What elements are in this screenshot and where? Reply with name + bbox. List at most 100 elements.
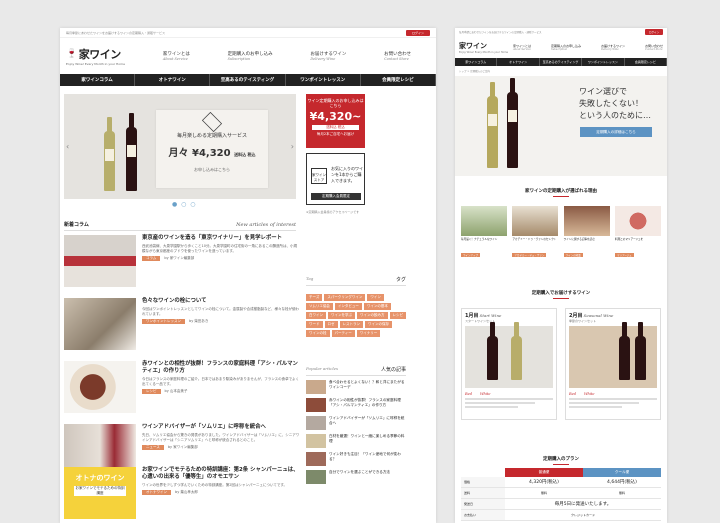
plan-cool-header: クール便 — [583, 468, 661, 477]
site-logo[interactable]: 🍷 家ワイン Enjoy Wine! Every Month in your Ho… — [66, 46, 144, 66]
nav-about[interactable]: 家ワインとは About Service — [163, 51, 190, 61]
category-otona[interactable]: オトナワイン — [135, 74, 211, 86]
tag-link[interactable]: パーティー — [331, 330, 355, 337]
wine-set-photo — [569, 322, 657, 388]
category-nav: 家ワインコラム オトナワイン 至高あるのテイスティング ワンポイントレッスン 会… — [60, 74, 436, 86]
top-bar: 毎月季節にあわせたワインをお届けするワインの定期購入・通販サービス ログイン — [455, 28, 667, 36]
slider-dots[interactable]: ● ○ ○ — [172, 201, 197, 208]
wines-list: 1月目 Start Wine スタートワインセット Red White 2月目 S… — [461, 308, 661, 420]
tag-link[interactable]: レシピ — [389, 312, 406, 319]
article-item[interactable]: オトナのワイン お家ワインでモテるための特訓講座 お家ワインでモテるための特訓講… — [64, 467, 300, 523]
popular-item[interactable]: ワインアドバイザーが「ソムリエ」に呼称を統合へ — [306, 416, 406, 430]
category-tasting[interactable]: 至高あるのテイスティング — [210, 74, 286, 86]
nav-contact[interactable]: お問い合わせ Contact Store — [384, 51, 411, 61]
wine-glass-icon: 🍷 — [66, 49, 77, 59]
plan-table: 普通便 クール便 価格 4,320円(税込) 4,644円(税込) 送料 無料 無料 発… — [461, 468, 661, 521]
category-recipe[interactable]: 会員限定レシピ — [361, 74, 436, 86]
nav-about[interactable]: 家ワインとは About Service — [513, 44, 531, 51]
nav-contact[interactable]: お問い合わせ Contact Store — [645, 44, 663, 51]
article-thumbnail[interactable] — [64, 298, 136, 350]
subscribe-banner[interactable]: ワイン定期購入のお申し込みはこちら ¥4,320~ 送料込 税込 毎月2本ご自宅… — [306, 94, 365, 148]
breadcrumb[interactable]: トップ > 定期購入のご案内 — [455, 66, 667, 76]
popular-item[interactable]: 白材を厳選！ワインと一緒に楽しめる季節の料理 — [306, 434, 406, 448]
slider-prev-icon[interactable]: ‹ — [66, 142, 69, 151]
popular-item[interactable]: ワイン好きも注目！「ワイン産地で何が変わる？ — [306, 452, 406, 466]
article-tag[interactable]: ワンポイントレッスン — [142, 318, 185, 324]
tag-list: チーズ スパークリングワイン ワイン ソムリエ協会 インタビュー ワインの基本 … — [306, 294, 406, 337]
article-item[interactable]: 赤ワインとの相性が抜群！フランスの家庭料理「アシ・パルマンティエ」の作り方 今日… — [64, 361, 300, 417]
global-nav: 家ワインとは About Service 定期購入のお申し込み Subscripti… — [144, 51, 430, 61]
tag-link[interactable]: ワイン — [367, 294, 384, 301]
popular-item[interactable]: 赤ワインの相性が抜群！フランスの家庭料理「アシ・パルマンティエ」の作り方 — [306, 398, 406, 412]
popular-articles: Popular articles 人気の記事 食べ合わせるとよくない！？和と洋にま… — [306, 366, 406, 484]
plan-heading: 定期購入のプラン — [455, 456, 667, 465]
store-banner[interactable]: 家ワインストア お気に入りのワインを1本からご購入できます。 定期購入会員限定 — [306, 153, 365, 205]
category-column[interactable]: 家ワインコラム — [455, 58, 498, 66]
tag-link[interactable]: ワインを学ぶ — [328, 312, 355, 319]
tag-link[interactable]: ワード — [306, 321, 323, 328]
login-button[interactable]: ログイン — [644, 29, 663, 35]
table-row: 発送日 毎月5日に発送いたします。 — [461, 499, 661, 510]
reason-item[interactable]: 料理とのマリアージュを マリアージュ — [614, 206, 661, 260]
tag-link[interactable]: ワインの基本 — [363, 303, 391, 310]
article-thumbnail[interactable] — [64, 361, 136, 413]
category-lesson[interactable]: ワンポイントレッスン — [582, 58, 625, 66]
reason-item[interactable]: アカデミー・ドゥ・ヴァンのセレクト アカデミー・デュ・ヴァン — [512, 206, 559, 260]
member-only-button[interactable]: 定期購入会員限定 — [311, 193, 361, 200]
article-item[interactable]: 東京産のワインを造る「東京ワイナリー」を見学レポート 西武池袋線、大泉学園駅から… — [64, 235, 300, 291]
hero-card: 毎月楽しめる定期購入サービス 月々 ¥4,320 送料込 税込 お申し込みはこち… — [156, 110, 268, 188]
article-tag[interactable]: ニュース — [142, 444, 164, 450]
tag-link[interactable]: ソムリエ協会 — [306, 303, 333, 310]
article-thumbnail[interactable] — [64, 235, 136, 287]
wines-heading: 定期購入でお届けするワイン — [455, 290, 667, 299]
reasons-heading: 家ワインの定期購入が選ばれる理由 — [455, 188, 667, 197]
category-otona[interactable]: オトナワイン — [497, 58, 540, 66]
tag-box: Tag タグ チーズ スパークリングワイン ワイン ソムリエ協会 インタビュー ワ… — [306, 276, 406, 337]
nav-delivery-wine[interactable]: お届けするワイン Delivery Wine — [310, 51, 346, 61]
white-wine-bottle — [104, 117, 115, 191]
site-logo[interactable]: 家ワイン Enjoy Wine! Every Month in your Home — [459, 41, 509, 54]
tag-link[interactable]: ワインの栓 — [306, 330, 330, 337]
reason-item[interactable]: ワインに関する記事を読む ワインの知識 — [563, 206, 610, 260]
login-button[interactable]: ログイン — [405, 29, 430, 36]
article-item[interactable]: 色々なワインの栓について 今回はワンポイントレッスンとしてワインの栓について。金… — [64, 298, 300, 354]
tag-link[interactable]: チーズ — [306, 294, 323, 301]
reasons-list: 毎月届く！ナチュラルなワイン ラインアップ アカデミー・ドゥ・ヴァンのセレクト アカ… — [461, 206, 661, 260]
tag-link[interactable]: レストラン — [339, 321, 363, 328]
tag-link[interactable]: ワインの保存 — [365, 321, 392, 328]
plan-normal-header: 普通便 — [505, 468, 583, 477]
wine-set-card[interactable]: 2月目 Seasonal Wine 季節のワインセット Red White — [565, 308, 661, 420]
red-wine-bottle — [507, 78, 518, 168]
category-lesson[interactable]: ワンポイントレッスン — [286, 74, 361, 86]
table-row: お支払い クレジットカード — [461, 510, 661, 521]
wine-set-card[interactable]: 1月目 Start Wine スタートワインセット Red White — [461, 308, 557, 420]
category-column[interactable]: 家ワインコラム — [60, 74, 136, 86]
wine-set-photo — [465, 322, 553, 388]
subscription-detail-button[interactable]: 定期購入の詳細はこちら — [580, 127, 652, 137]
red-wine-bottle — [126, 113, 137, 191]
slider-next-icon[interactable]: › — [291, 142, 294, 151]
tag-link[interactable]: ワインの飲み方 — [357, 312, 388, 319]
site-header: 🍷 家ワイン Enjoy Wine! Every Month in your Ho… — [60, 38, 436, 74]
article-tag[interactable]: コラム — [142, 255, 161, 261]
subscription-hero: ワイン選びで 失敗したくない！ という人のために… 定期購入の詳細はこちら — [455, 76, 667, 176]
reason-item[interactable]: 毎月届く！ナチュラルなワイン ラインアップ — [461, 206, 507, 260]
nav-subscription[interactable]: 定期購入のお申し込み Subscription — [228, 51, 273, 61]
article-tag[interactable]: オトナワイン — [142, 489, 171, 495]
hero-slider[interactable]: 毎月楽しめる定期購入サービス 月々 ¥4,320 送料込 税込 お申し込みはこち… — [64, 94, 296, 199]
tag-link[interactable]: ワイナリー — [356, 330, 381, 337]
tag-link[interactable]: スパークリングワイン — [324, 294, 366, 301]
popular-item[interactable]: 自分でワインを選ぶことができる方法 — [306, 470, 406, 484]
subscription-page-screenshot: 毎月季節にあわせたワインをお届けするワインの定期購入・通販サービス ログイン 家… — [455, 28, 667, 523]
tag-link[interactable]: ロゼ — [324, 321, 338, 328]
nav-delivery-wine[interactable]: お届けするワイン Delivery Wine — [601, 44, 625, 51]
article-tag[interactable]: レシピ — [142, 388, 161, 394]
category-recipe[interactable]: 会員限定レシピ — [625, 58, 667, 66]
site-tagline: 毎月季節にあわせたワインをお届けするワインの定期購入・通販サービス — [66, 30, 166, 35]
nav-subscription[interactable]: 定期購入のお申し込み Subscription — [551, 44, 581, 51]
tag-link[interactable]: 白ワイン — [306, 312, 326, 319]
tag-link[interactable]: インタビュー — [334, 303, 362, 310]
article-thumbnail[interactable]: オトナのワイン お家ワインでモテるための特訓講座 — [64, 467, 136, 519]
popular-item[interactable]: 食べ合わせるとよくない！？和と洋にまたがるワインコーデ — [306, 380, 406, 394]
category-tasting[interactable]: 至高あるのテイスティング — [540, 58, 583, 66]
